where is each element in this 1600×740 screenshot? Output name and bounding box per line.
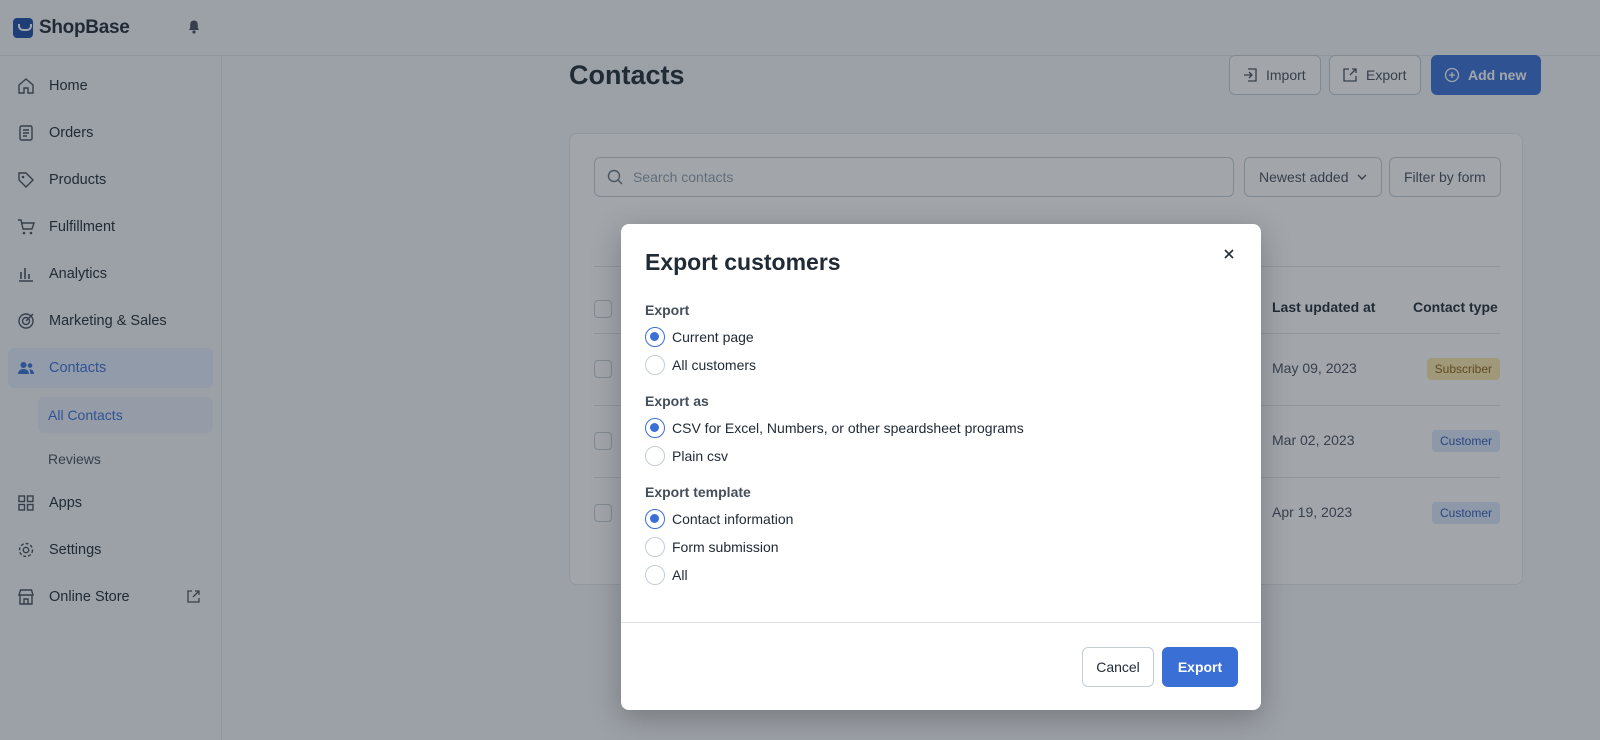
cancel-button[interactable]: Cancel (1082, 647, 1154, 687)
export-template-section-label: Export template (645, 484, 751, 500)
radio-label: All customers (672, 357, 757, 373)
radio-button[interactable] (645, 537, 665, 557)
radio-all-customers[interactable]: All customers (645, 354, 756, 376)
export-as-section-label: Export as (645, 393, 709, 409)
radio-label: Current page (672, 329, 754, 345)
radio-contact-information[interactable]: Contact information (645, 508, 793, 530)
radio-button[interactable] (645, 565, 665, 585)
modal-footer-divider (621, 622, 1261, 623)
radio-button-checked[interactable] (645, 509, 665, 529)
export-customers-modal: Export customers Export Current page All… (621, 224, 1261, 710)
radio-label: Contact information (672, 511, 794, 527)
radio-label: All (672, 567, 688, 583)
radio-button[interactable] (645, 355, 665, 375)
close-icon (1224, 249, 1234, 259)
export-section-label: Export (645, 302, 690, 318)
radio-label: CSV for Excel, Numbers, or other speards… (672, 420, 1024, 436)
radio-all[interactable]: All (645, 564, 688, 586)
radio-label: Plain csv (672, 448, 729, 464)
radio-button-checked[interactable] (645, 418, 665, 438)
radio-button-checked[interactable] (645, 327, 665, 347)
radio-current-page[interactable]: Current page (645, 326, 754, 348)
export-submit-button[interactable]: Export (1162, 647, 1238, 687)
radio-label: Form submission (672, 539, 779, 555)
radio-form-submission[interactable]: Form submission (645, 536, 779, 558)
radio-csv-excel[interactable]: CSV for Excel, Numbers, or other speards… (645, 417, 1024, 439)
close-button[interactable] (1219, 244, 1239, 264)
modal-title: Export customers (645, 249, 841, 275)
radio-plain-csv[interactable]: Plain csv (645, 445, 728, 467)
radio-button[interactable] (645, 446, 665, 466)
